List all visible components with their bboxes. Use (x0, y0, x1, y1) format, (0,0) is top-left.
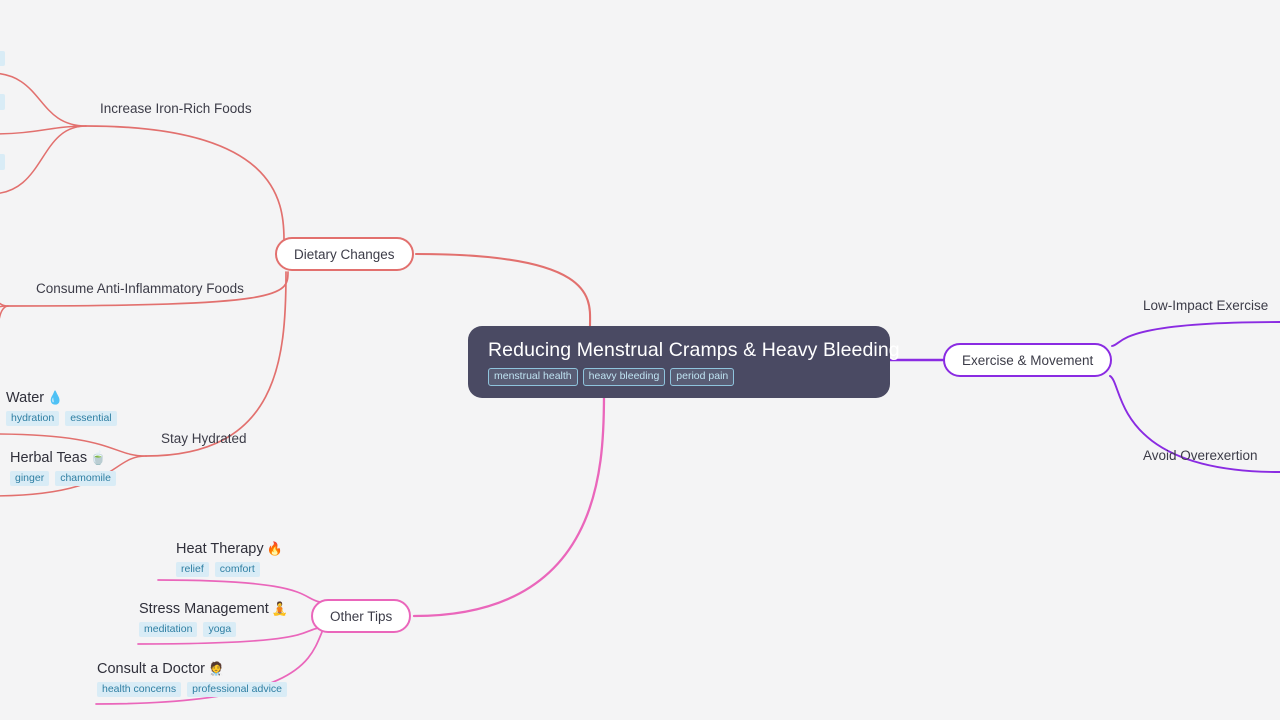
branch-label: Other Tips (330, 608, 393, 624)
leaf-tag: health concerns (97, 681, 182, 698)
edge-dietary-hydrated (145, 271, 287, 457)
root-tag: period pain (670, 368, 735, 386)
edge-iron-leaf-2 (0, 125, 87, 135)
leaf-title-text: Stress Management (139, 601, 269, 617)
leaf-node-herbal-teas[interactable]: Herbal Teas 🍵 ginger chamomile (10, 450, 116, 487)
branch-label: Dietary Changes (294, 246, 395, 262)
leaf-node-stress-management[interactable]: Stress Management 🧘 meditation yoga (139, 601, 288, 638)
edge-iron-leaf-1 (0, 73, 87, 127)
leaf-tag: comfort (214, 561, 260, 578)
leaf-title: Herbal Teas 🍵 (10, 450, 106, 467)
leaf-tag-list: meditation yoga (139, 621, 237, 638)
root-title: Reducing Menstrual Cramps & Heavy Bleedi… (488, 339, 900, 361)
mindmap-canvas: Reducing Menstrual Cramps & Heavy Bleedi… (0, 0, 1280, 720)
edge-dietary-iron (85, 125, 285, 241)
leaf-tag: essential (65, 410, 117, 427)
leaf-tag-list: hydration essential (6, 410, 117, 427)
subbranch-consume-anti-inflammatory-foods[interactable]: Consume Anti-Inflammatory Foods (36, 280, 244, 298)
root-tag: menstrual health (488, 368, 578, 386)
fire-icon: 🔥 (266, 541, 283, 556)
leaf-tag-list: health concerns professional advice (97, 681, 288, 698)
leaf-title: Heat Therapy 🔥 (176, 541, 283, 558)
doctor-icon: 🧑‍⚕️ (208, 661, 225, 676)
leaf-node-water[interactable]: Water 💧 hydration essential (6, 390, 117, 427)
edge-other-heat (157, 579, 321, 603)
subbranch-stay-hydrated[interactable]: Stay Hydrated (161, 430, 247, 448)
leaf-node-consult-a-doctor[interactable]: Consult a Doctor 🧑‍⚕️ health concerns pro… (97, 661, 288, 698)
leaf-title-text: Heat Therapy (176, 541, 264, 557)
leaf-tag: heme iron (0, 154, 5, 170)
edge-antiinflam-leaf-2 (0, 305, 9, 308)
leaf-title-text: Water (6, 390, 45, 406)
leaf-node-iron-1[interactable]: t🥩 heme iron (0, 30, 5, 67)
leaf-tag: professional advice (187, 681, 288, 698)
tea-cup-icon: 🍵 (90, 450, 107, 465)
leaf-tag-list: heme iron (0, 94, 5, 110)
leaf-tag: heme iron (0, 50, 5, 67)
leaf-tag-list: relief comfort (176, 561, 260, 578)
branch-node-exercise-movement[interactable]: Exercise & Movement (943, 343, 1113, 377)
leaf-tag: relief (176, 561, 209, 578)
subbranch-label: Stay Hydrated (161, 431, 247, 446)
leaf-node-iron-2[interactable]: heme iron (0, 90, 5, 110)
leaf-node-heat-therapy[interactable]: Heat Therapy 🔥 relief comfort (176, 541, 283, 578)
leaf-title: Consult a Doctor 🧑‍⚕️ (97, 661, 224, 678)
leaf-title-text: Consult a Doctor (97, 661, 205, 677)
root-tag-list: menstrual health heavy bleeding period p… (488, 368, 735, 386)
root-tag: heavy bleeding (582, 368, 666, 386)
leaf-tag-list: heme iron (0, 154, 5, 170)
subbranch-label: Increase Iron-Rich Foods (100, 101, 252, 116)
subbranch-label: Consume Anti-Inflammatory Foods (36, 281, 244, 296)
edge-exercise-lowimpact (1111, 321, 1280, 347)
branch-node-dietary-changes[interactable]: Dietary Changes (275, 237, 414, 271)
meditation-icon: 🧘 (271, 601, 288, 616)
edge-iron-leaf-3 (0, 125, 87, 194)
subbranch-label: Avoid Overexertion (1143, 448, 1258, 463)
edge-root-dietary (414, 252, 592, 328)
leaf-node-iron-3[interactable]: heme iron (0, 150, 5, 170)
subbranch-low-impact-exercise[interactable]: Low-Impact Exercise (1143, 297, 1268, 315)
leaf-tag: meditation (139, 621, 198, 638)
water-drop-icon: 💧 (47, 390, 64, 405)
subbranch-avoid-overexertion[interactable]: Avoid Overexertion (1143, 447, 1258, 465)
leaf-tag: ginger (10, 470, 50, 487)
leaf-tag-list: ginger chamomile (10, 470, 116, 487)
leaf-title-text: Herbal Teas (10, 450, 88, 466)
branch-label: Exercise & Movement (962, 352, 1094, 368)
leaf-tag: chamomile (55, 470, 116, 487)
edge-root-other (412, 392, 606, 618)
edge-antiinflam-leaf-1 (0, 302, 9, 307)
leaf-tag-list: heme iron (0, 50, 5, 67)
edge-antiinflam-leaf-3 (0, 305, 9, 319)
subbranch-label: Low-Impact Exercise (1143, 298, 1269, 313)
leaf-title: Stress Management 🧘 (139, 601, 288, 618)
leaf-tag: heme iron (0, 94, 5, 110)
root-node[interactable]: Reducing Menstrual Cramps & Heavy Bleedi… (468, 326, 900, 398)
leaf-tag: hydration (6, 410, 60, 427)
leaf-tag: yoga (203, 621, 237, 638)
leaf-title: Water 💧 (6, 390, 63, 407)
subbranch-increase-iron-rich-foods[interactable]: Increase Iron-Rich Foods (100, 100, 252, 118)
branch-node-other-tips[interactable]: Other Tips (311, 599, 412, 633)
